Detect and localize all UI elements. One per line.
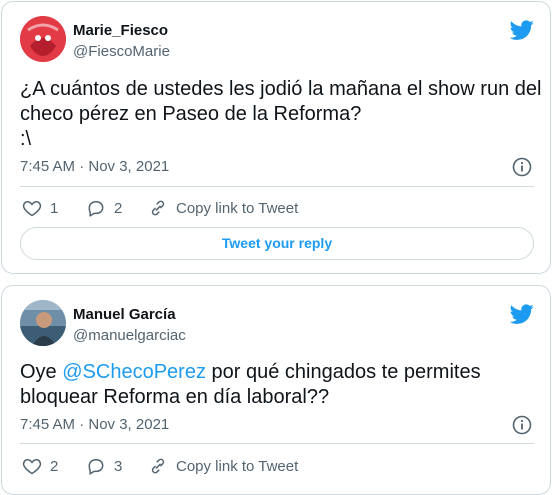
author-name[interactable]: Manuel García [73, 306, 176, 323]
tweet-your-reply-button[interactable]: Tweet your reply [20, 227, 534, 260]
tweet-timestamp[interactable]: 7:45 AM · Nov 3, 2021 [20, 158, 169, 175]
reply-button[interactable]: 2 [86, 198, 122, 218]
author-handle[interactable]: @manuelgarciac [73, 327, 186, 344]
info-icon[interactable] [512, 415, 532, 435]
tweet-text-line: checo pérez en Paseo de la Reforma? [20, 103, 362, 125]
copy-link-label: Copy link to Tweet [176, 199, 299, 217]
reply-bubble-icon [88, 459, 104, 475]
reply-count: 3 [114, 457, 123, 475]
like-button[interactable]: 1 [22, 198, 58, 218]
copy-link-label: Copy link to Tweet [176, 457, 299, 475]
avatar[interactable] [20, 16, 66, 62]
like-button[interactable]: 2 [22, 456, 58, 476]
tweet-text-line: Oye @SChecoPerez por qué chingados te pe… [20, 360, 535, 385]
tweet-card: Manuel García @manuelgarciac Oye @SCheco… [1, 285, 551, 495]
tweet-card: Marie_Fiesco @FiescoMarie ¿A cuántos de … [1, 1, 551, 274]
divider [20, 186, 534, 187]
avatar[interactable] [20, 300, 66, 346]
like-count: 1 [50, 199, 59, 217]
tweet-text-segment: Oye [20, 361, 63, 383]
twitter-bird-icon[interactable] [510, 18, 534, 42]
link-icon [151, 458, 165, 474]
reply-count: 2 [114, 199, 123, 217]
reply-button[interactable]: 3 [86, 456, 122, 476]
divider [20, 443, 534, 444]
heart-icon [22, 458, 42, 475]
copy-link-button[interactable]: Copy link to Tweet [148, 198, 298, 218]
tweet-text: ¿A cuántos de ustedes les jodió la mañan… [20, 77, 542, 152]
info-icon[interactable] [512, 157, 532, 177]
reply-bubble-icon [88, 201, 104, 217]
author-handle[interactable]: @FiescoMarie [73, 43, 170, 60]
tweet-text-segment: por qué chingados te permites [205, 361, 481, 383]
tweet-text-line: :\ [20, 128, 32, 150]
tweet-timestamp[interactable]: 7:45 AM · Nov 3, 2021 [20, 416, 169, 433]
copy-link-button[interactable]: Copy link to Tweet [148, 456, 298, 476]
tweet-text: Oye @SChecoPerez por qué chingados te pe… [20, 360, 535, 410]
tweet-text-line: ¿A cuántos de ustedes les jodió la mañan… [20, 78, 542, 100]
tweet-text-line: bloquear Reforma en día laboral?? [20, 386, 330, 408]
heart-icon [22, 200, 42, 217]
author-name[interactable]: Marie_Fiesco [73, 22, 168, 39]
link-icon [151, 200, 165, 216]
like-count: 2 [50, 457, 59, 475]
mention-link[interactable]: @SChecoPerez [62, 361, 206, 383]
twitter-bird-icon[interactable] [510, 302, 534, 326]
